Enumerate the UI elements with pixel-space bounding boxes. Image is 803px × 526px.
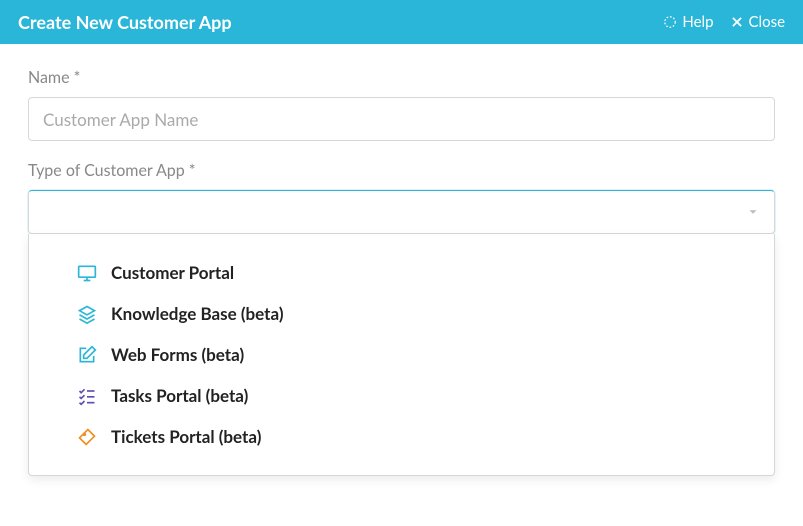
- layers-icon: [77, 304, 97, 324]
- dialog-body: Name * Type of Customer App * Customer P…: [0, 44, 803, 258]
- option-label: Customer Portal: [111, 262, 234, 283]
- close-icon: [730, 15, 744, 29]
- option-customer-portal[interactable]: Customer Portal: [29, 252, 774, 293]
- name-input[interactable]: [28, 97, 775, 141]
- help-label: Help: [682, 13, 713, 31]
- option-label: Web Forms (beta): [111, 344, 244, 365]
- help-button[interactable]: Help: [663, 13, 713, 31]
- option-tasks-portal[interactable]: Tasks Portal (beta): [29, 375, 774, 416]
- option-label: Knowledge Base (beta): [111, 303, 283, 324]
- dialog-title: Create New Customer App: [18, 11, 232, 33]
- option-label: Tasks Portal (beta): [111, 385, 248, 406]
- monitor-icon: [77, 263, 97, 283]
- edit-icon: [77, 345, 97, 365]
- create-customer-app-dialog: Create New Customer App Help Close: [0, 0, 803, 258]
- name-label: Name *: [28, 68, 775, 87]
- option-tickets-portal[interactable]: Tickets Portal (beta): [29, 416, 774, 457]
- checklist-icon: [77, 386, 97, 406]
- close-button[interactable]: Close: [730, 13, 785, 31]
- type-dropdown: Customer Portal Knowledge Base (beta): [28, 234, 775, 476]
- option-label: Tickets Portal (beta): [111, 426, 261, 447]
- type-label: Type of Customer App *: [28, 161, 775, 180]
- option-knowledge-base[interactable]: Knowledge Base (beta): [29, 293, 774, 334]
- help-icon: [663, 15, 677, 29]
- close-label: Close: [749, 13, 785, 31]
- option-web-forms[interactable]: Web Forms (beta): [29, 334, 774, 375]
- type-select-wrap: Customer Portal Knowledge Base (beta): [28, 190, 775, 234]
- header-actions: Help Close: [663, 13, 785, 31]
- chevron-down-icon: [746, 205, 760, 219]
- dialog-header: Create New Customer App Help Close: [0, 0, 803, 44]
- ticket-icon: [77, 427, 97, 447]
- type-select[interactable]: [28, 190, 775, 234]
